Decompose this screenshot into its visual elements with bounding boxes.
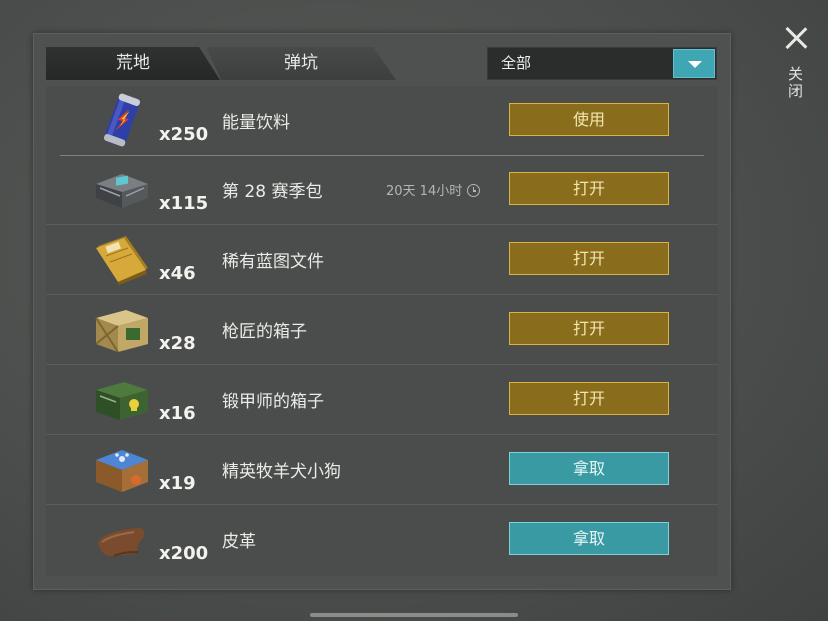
item-quantity: x19 [159, 473, 196, 494]
list-item: x250 能量饮料 使用 [60, 86, 704, 156]
dog-kennel-box-icon [96, 450, 148, 492]
tab-wasteland[interactable]: 荒地 [46, 47, 220, 80]
use-button[interactable]: 使用 [509, 103, 669, 136]
take-button[interactable]: 拿取 [509, 522, 669, 555]
chevron-down-icon [688, 61, 702, 68]
list-item: x28 枪匠的箱子 打开 [46, 295, 718, 365]
open-button[interactable]: 打开 [509, 382, 669, 415]
item-name: 能量饮料 [222, 113, 290, 133]
inventory-panel: 荒地 弹坑 全部 x250 能量饮料 使用 x115 第 28 赛季包 20天 … [33, 33, 731, 590]
filter-dropdown[interactable]: 全部 [487, 47, 717, 80]
open-button[interactable]: 打开 [509, 242, 669, 275]
item-quantity: x250 [159, 124, 209, 145]
item-name: 稀有蓝图文件 [222, 252, 324, 272]
close-icon[interactable] [784, 26, 808, 50]
item-quantity: x16 [159, 403, 196, 424]
tab-crater[interactable]: 弹坑 [206, 47, 396, 80]
open-button[interactable]: 打开 [509, 172, 669, 205]
item-name: 精英牧羊犬小狗 [222, 462, 341, 482]
wooden-crate-icon [95, 310, 148, 353]
clock-icon [467, 184, 481, 197]
item-name: 第 28 赛季包 [222, 182, 323, 202]
list-item: x115 第 28 赛季包 20天 14小时 打开 [46, 155, 718, 225]
season-timer: 20天 14小时 [386, 180, 481, 199]
season-pack-crate-icon [96, 174, 148, 208]
open-button[interactable]: 打开 [509, 312, 669, 345]
take-button[interactable]: 拿取 [509, 452, 669, 485]
list-item: x200 皮革 拿取 [46, 505, 718, 574]
list-item: x46 稀有蓝图文件 打开 [46, 225, 718, 295]
item-quantity: x115 [159, 193, 209, 214]
blueprint-folder-icon [96, 236, 148, 285]
dropdown-toggle-button[interactable] [673, 49, 715, 78]
filter-selected-value: 全部 [501, 54, 532, 72]
leather-hide-icon [98, 527, 145, 557]
item-quantity: x28 [159, 333, 196, 354]
energy-drink-can-icon [103, 93, 141, 147]
list-item: x16 锻甲师的箱子 打开 [46, 365, 718, 435]
green-skull-crate-icon [96, 382, 148, 420]
item-quantity: x200 [159, 543, 209, 564]
close-label[interactable]: 关闭 [786, 66, 806, 100]
home-indicator[interactable] [310, 613, 518, 617]
item-name: 锻甲师的箱子 [222, 392, 324, 412]
list-item: x19 精英牧羊犬小狗 拿取 [46, 435, 718, 505]
item-name: 枪匠的箱子 [222, 322, 307, 342]
item-name: 皮革 [222, 532, 256, 552]
item-quantity: x46 [159, 263, 196, 284]
item-list[interactable]: x250 能量饮料 使用 x115 第 28 赛季包 20天 14小时 打开 x… [46, 86, 718, 576]
